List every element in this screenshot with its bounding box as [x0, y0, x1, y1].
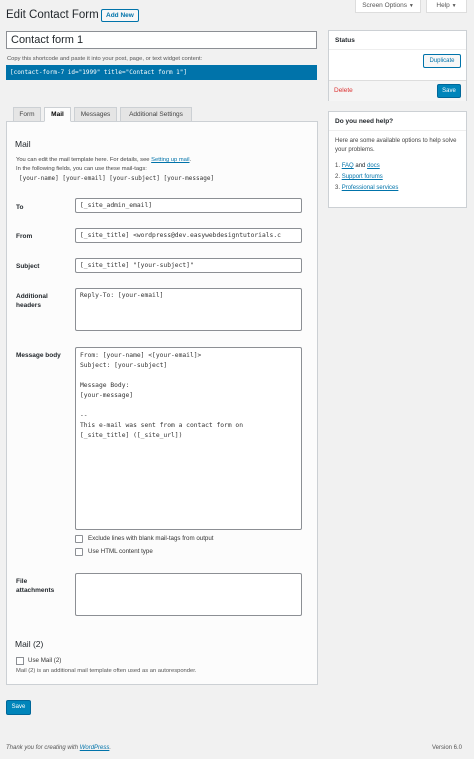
list-item: 3. Professional services: [335, 183, 398, 194]
message-body-field[interactable]: From: [your-name] <[your-email]> Subject…: [75, 347, 302, 530]
faq-link[interactable]: FAQ: [342, 163, 354, 169]
subject-label: Subject: [16, 263, 40, 270]
footer-thanks: Thank you for creating with WordPress.: [6, 745, 112, 751]
delete-link[interactable]: Delete: [334, 87, 353, 94]
duplicate-button[interactable]: Duplicate: [423, 54, 461, 68]
form-title-input[interactable]: Contact form 1: [6, 31, 317, 49]
screen-options-label: Screen Options: [362, 2, 408, 9]
screen-options-tab[interactable]: Screen Options ▼: [355, 0, 421, 13]
list-item: 2. Support forums: [335, 172, 398, 183]
caret-down-icon: ▼: [451, 3, 457, 9]
divider: [329, 49, 466, 50]
from-label: From: [16, 233, 33, 240]
attach-label-line: File: [16, 578, 28, 585]
exclude-blank-checkbox[interactable]: [75, 535, 83, 543]
mail2-description: Mail (2) is an additional mail template …: [16, 668, 197, 674]
message-body-label: Message body: [16, 352, 61, 359]
save-button-sidebar[interactable]: Save: [437, 84, 461, 98]
headers-label: Additional headers: [16, 292, 48, 310]
shortcode-field[interactable]: [contact-form-7 id="1999" title="Contact…: [6, 65, 317, 80]
file-attachments-label: File attachments: [16, 577, 54, 595]
from-field[interactable]: [_site_title] <wordpress@dev.easywebdesi…: [75, 228, 302, 243]
caret-down-icon: ▼: [408, 3, 414, 9]
help-box-text: Here are some available options to help …: [335, 138, 457, 153]
mail-description: You can edit the mail template here. For…: [16, 157, 192, 172]
subject-field[interactable]: [_site_title] "[your-subject]": [75, 258, 302, 273]
add-new-button[interactable]: Add New: [101, 9, 139, 22]
setting-up-mail-link[interactable]: Setting up mail: [151, 157, 189, 163]
help-tab[interactable]: Help ▼: [426, 0, 467, 13]
headers-label-line: headers: [16, 302, 41, 309]
html-content-label: Use HTML content type: [88, 548, 153, 555]
docs-link[interactable]: docs: [367, 163, 380, 169]
desc-text: You can edit the mail template here. For…: [16, 157, 150, 163]
file-attachments-field[interactable]: [75, 573, 302, 616]
mail-tags: [your-name] [your-email] [your-subject] …: [19, 175, 215, 182]
to-field[interactable]: [_site_admin_email]: [75, 198, 302, 213]
use-mail2-checkbox[interactable]: [16, 657, 24, 665]
list-number: 2.: [335, 174, 341, 180]
status-box: Status Duplicate Delete Save: [328, 30, 467, 101]
mail-panel: Mail You can edit the mail template here…: [6, 121, 318, 685]
version-text: Version 6.0: [432, 745, 463, 751]
support-forums-link[interactable]: Support forums: [342, 174, 383, 180]
use-mail2-label: Use Mail (2): [28, 657, 62, 664]
list-item: 1. FAQ and docs: [335, 161, 398, 172]
status-footer: Delete Save: [329, 80, 466, 101]
professional-services-link[interactable]: Professional services: [342, 185, 399, 191]
tab-form[interactable]: Form: [13, 107, 41, 122]
mail2-heading: Mail (2): [15, 639, 44, 649]
help-box: Do you need help? Here are some availabl…: [328, 111, 467, 208]
wordpress-link[interactable]: WordPress: [80, 745, 110, 751]
help-label: Help: [436, 2, 450, 9]
status-title: Status: [335, 37, 355, 44]
exclude-blank-label: Exclude lines with blank mail-tags from …: [88, 535, 214, 542]
desc-text: In the following fields, you can use the…: [16, 165, 147, 172]
tab-messages[interactable]: Messages: [74, 107, 117, 122]
shortcode-hint: Copy this shortcode and paste it into yo…: [7, 56, 203, 62]
page-title: Edit Contact Form: [6, 9, 99, 21]
to-label: To: [16, 204, 24, 211]
tab-additional-settings[interactable]: Additional Settings: [120, 107, 192, 122]
divider: [329, 130, 466, 131]
list-number: 1.: [335, 163, 341, 169]
headers-label-line: Additional: [16, 293, 48, 300]
additional-headers-field[interactable]: Reply-To: [your-email]: [75, 288, 302, 331]
list-number: 3.: [335, 185, 341, 191]
help-box-title: Do you need help?: [335, 118, 394, 125]
footer-text: Thank you for creating with: [6, 745, 79, 751]
tab-mail[interactable]: Mail: [44, 107, 71, 122]
html-content-checkbox[interactable]: [75, 548, 83, 556]
and-text: and: [355, 163, 366, 169]
mail-heading: Mail: [15, 139, 31, 149]
attach-label-line: attachments: [16, 587, 55, 594]
save-button[interactable]: Save: [6, 700, 31, 715]
help-links: 1. FAQ and docs 2. Support forums 3. Pro…: [335, 161, 398, 194]
